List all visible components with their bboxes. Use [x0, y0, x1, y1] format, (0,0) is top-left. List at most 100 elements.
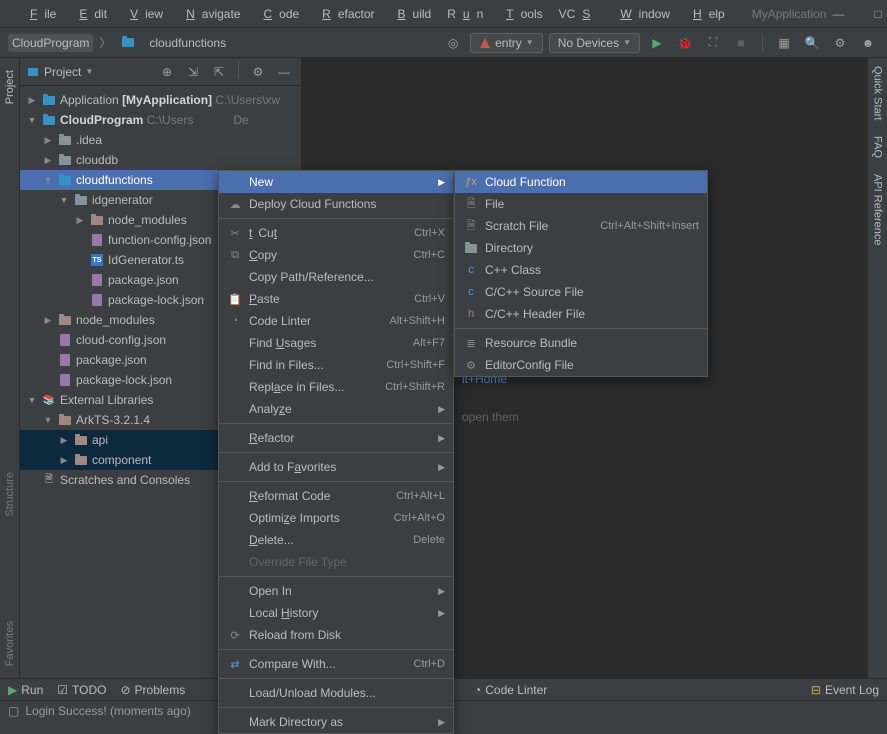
menu-item-find-usages[interactable]: Find UsagesAlt+F7: [219, 332, 453, 354]
menu-refactor[interactable]: Refactor: [308, 4, 381, 24]
chevron-right-icon: ▶: [438, 404, 445, 415]
menu-item-add-favorites[interactable]: Add to Favorites▶: [219, 456, 453, 478]
menu-item-local-history[interactable]: Local History▶: [219, 602, 453, 624]
menu-item-copy[interactable]: ⧉CopyCtrl+C: [219, 244, 453, 266]
menu-item-override: Override File Type: [219, 551, 453, 573]
gear-icon[interactable]: ⚙: [829, 32, 851, 54]
breadcrumb-root[interactable]: CloudProgram: [8, 34, 93, 52]
submenu-item-scratch[interactable]: 🗎Scratch FileCtrl+Alt+Shift+Insert: [455, 215, 707, 237]
run-config-dropdown[interactable]: entry ▼: [470, 33, 543, 53]
device-dropdown[interactable]: No Devices ▼: [549, 33, 640, 53]
menu-help[interactable]: Help: [679, 4, 732, 24]
submenu-item-resource-bundle[interactable]: ≣Resource Bundle: [455, 332, 707, 354]
tree-node-clouddb[interactable]: ▶clouddb: [20, 150, 301, 170]
tab-favorites-gutter[interactable]: Favorites: [4, 617, 16, 670]
menu-item-replace-in-files[interactable]: Replace in Files...Ctrl+Shift+R: [219, 376, 453, 398]
account-icon[interactable]: ☻: [857, 32, 879, 54]
linter-icon: ◔: [227, 313, 243, 329]
run-icon: ▶: [8, 683, 17, 697]
stop-icon[interactable]: ■: [730, 32, 752, 54]
c-source-icon: c: [463, 284, 479, 300]
layout-icon[interactable]: ▦: [773, 32, 795, 54]
menu-item-open-in[interactable]: Open In▶: [219, 580, 453, 602]
chevron-right-icon: ▶: [438, 462, 445, 473]
debug-icon[interactable]: 🐞: [674, 32, 696, 54]
project-icon: [26, 65, 40, 79]
menu-item-cut[interactable]: ✂tCutCutCtrl+X: [219, 222, 453, 244]
menu-item-reload[interactable]: ⟳Reload from Disk: [219, 624, 453, 646]
menu-item-load-modules[interactable]: Load/Unload Modules...: [219, 682, 453, 704]
submenu-item-cpp-class[interactable]: cC++ Class: [455, 259, 707, 281]
menu-item-analyze[interactable]: Analyze▶: [219, 398, 453, 420]
menu-navigate[interactable]: Navigate: [172, 4, 247, 24]
menu-item-copy-path[interactable]: Copy Path/Reference...: [219, 266, 453, 288]
config-icon: [479, 37, 491, 49]
expand-all-icon[interactable]: ⇲: [182, 61, 204, 83]
library-icon: 📚: [42, 393, 56, 407]
target-icon[interactable]: ◎: [442, 32, 464, 54]
menu-window[interactable]: Window: [606, 4, 677, 24]
maximize-icon[interactable]: □: [868, 5, 887, 23]
coverage-icon[interactable]: ⛶: [702, 32, 724, 54]
tool-todo[interactable]: ☑TODO: [57, 683, 106, 697]
folder-icon: [463, 240, 479, 256]
event-log-icon: ⊟: [811, 683, 821, 697]
menu-view[interactable]: View: [116, 4, 170, 24]
menu-item-reformat[interactable]: Reformat CodeCtrl+Alt+L: [219, 485, 453, 507]
menu-item-paste[interactable]: 📋PasteCtrl+V: [219, 288, 453, 310]
project-panel-header: Project ▼ ⊕ ⇲ ⇱ ⚙ —: [20, 58, 301, 86]
chevron-right-icon: 〉: [99, 34, 111, 51]
scratch-icon: 🗎: [42, 473, 56, 487]
tree-node-idea[interactable]: ▶.idea: [20, 130, 301, 150]
menu-build[interactable]: Build: [384, 4, 439, 24]
cloud-upload-icon: ☁: [227, 196, 243, 212]
tab-quickstart[interactable]: Quick Start: [872, 66, 884, 120]
menu-item-new[interactable]: New▶: [219, 171, 453, 193]
menu-item-code-linter[interactable]: ◔Code LinterAlt+Shift+H: [219, 310, 453, 332]
tool-event-log[interactable]: ⊟Event Log: [811, 683, 879, 697]
menu-item-find-in-files[interactable]: Find in Files...Ctrl+Shift+F: [219, 354, 453, 376]
menu-file[interactable]: File: [16, 4, 63, 24]
submenu-item-editorconfig[interactable]: ⚙EditorConfig File: [455, 354, 707, 376]
submenu-item-c-header[interactable]: hC/C++ Header File: [455, 303, 707, 325]
c-header-icon: h: [463, 306, 479, 322]
tool-code-linter[interactable]: ◔Code Linter: [474, 683, 547, 697]
menu-item-delete[interactable]: Delete...Delete: [219, 529, 453, 551]
tool-problems[interactable]: ⊘Problems: [120, 683, 185, 697]
gear-icon[interactable]: ⚙: [247, 61, 269, 83]
copy-icon: ⧉: [227, 247, 243, 263]
submenu-item-directory[interactable]: Directory: [455, 237, 707, 259]
tree-node-application[interactable]: ▶Application [MyApplication] C:\Users\xw: [20, 90, 301, 110]
project-view-selector[interactable]: Project ▼: [26, 65, 93, 79]
menu-edit[interactable]: Edit: [65, 4, 114, 24]
run-icon[interactable]: ▶: [646, 32, 668, 54]
menu-code[interactable]: Code: [249, 4, 306, 24]
submenu-item-c-source[interactable]: cC/C++ Source File: [455, 281, 707, 303]
tool-run[interactable]: ▶Run: [8, 683, 43, 697]
submenu-new: ƒxCloud Function 🗎File 🗎Scratch FileCtrl…: [454, 170, 708, 377]
tab-structure-gutter[interactable]: Structure: [4, 468, 16, 521]
app-name: MyApplication: [752, 7, 827, 21]
breadcrumb-leaf[interactable]: cloudfunctions: [145, 34, 230, 52]
tree-node-cloudprogram[interactable]: ▼CloudProgram C:\UsersDe: [20, 110, 301, 130]
menu-run[interactable]: Run: [440, 4, 490, 24]
search-icon[interactable]: 🔍: [801, 32, 823, 54]
menu-item-deploy[interactable]: ☁Deploy Cloud Functions: [219, 193, 453, 215]
todo-icon: ☑: [57, 683, 68, 697]
menu-vcs[interactable]: VCS: [552, 4, 605, 24]
minimize-icon[interactable]: —: [826, 5, 850, 23]
tab-faq[interactable]: FAQ: [872, 136, 884, 158]
menu-item-compare[interactable]: ⇄Compare With...Ctrl+D: [219, 653, 453, 675]
submenu-item-file[interactable]: 🗎File: [455, 193, 707, 215]
menu-item-optimize[interactable]: Optimize ImportsCtrl+Alt+O: [219, 507, 453, 529]
hide-icon[interactable]: —: [273, 61, 295, 83]
window-controls: — □ ✕: [826, 5, 887, 23]
select-opened-file-icon[interactable]: ⊕: [156, 61, 178, 83]
collapse-all-icon[interactable]: ⇱: [208, 61, 230, 83]
menu-item-mark-dir[interactable]: Mark Directory as▶: [219, 711, 453, 733]
menu-tools[interactable]: Tools: [492, 4, 549, 24]
tab-api-ref[interactable]: API Reference: [872, 174, 884, 246]
menu-item-refactor[interactable]: Refactor▶: [219, 427, 453, 449]
tab-project-gutter[interactable]: Project: [4, 66, 16, 108]
submenu-item-cloud-function[interactable]: ƒxCloud Function: [455, 171, 707, 193]
